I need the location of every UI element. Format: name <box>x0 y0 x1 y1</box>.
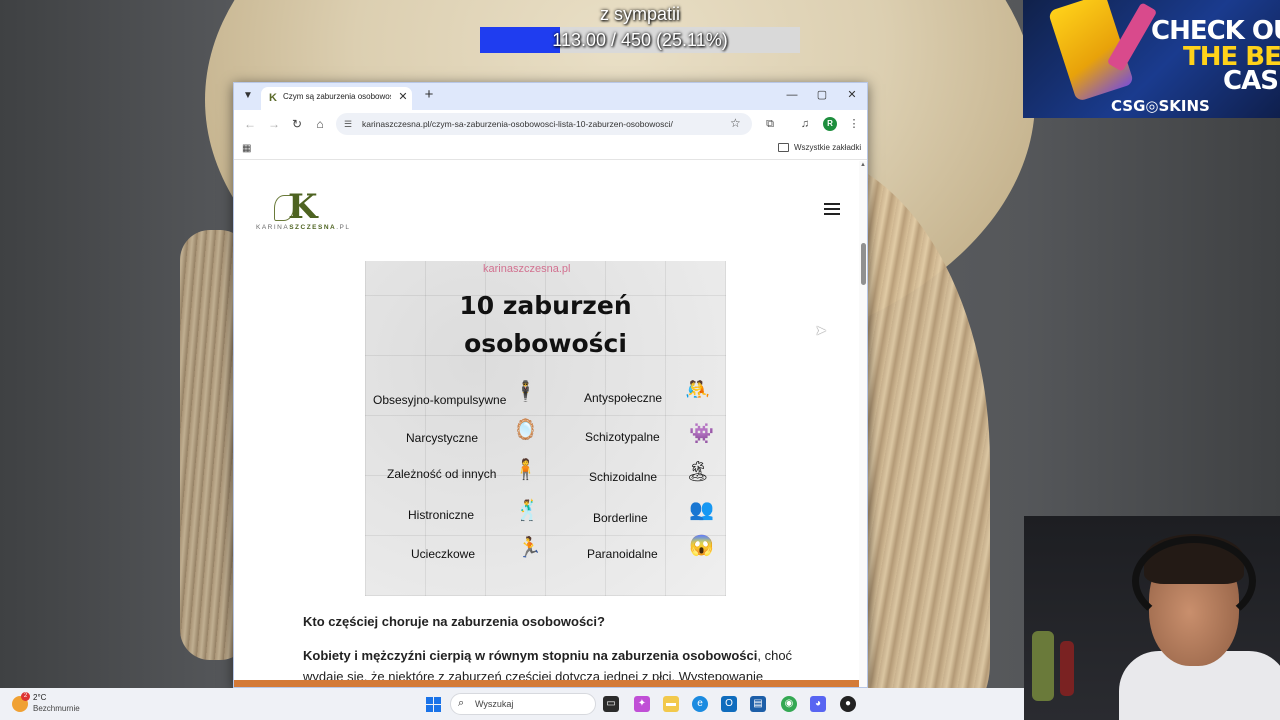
home-icon[interactable]: ⌂ <box>312 116 328 132</box>
figure-alien-icon: 👾 <box>689 423 714 445</box>
web-page-content: K KARINASZCZESNA.PL karinaszczesna.pl 10… <box>234 161 867 687</box>
disorder-label: Antyspołeczne <box>584 391 663 405</box>
headset-icon <box>1132 536 1256 626</box>
sponsor-ad-banner: CHECK OU THE BES CASE CSG◎SKINS <box>1023 0 1280 118</box>
goal-progress-bar: 113.00 / 450 (25.11%) <box>480 27 800 53</box>
disorder-label: Schizoidalne <box>589 470 658 484</box>
apps-grid-icon[interactable]: ▦ <box>242 143 251 154</box>
infographic-title: 10 zaburzeń osobowości <box>365 287 726 363</box>
tab-search-chevron-icon[interactable]: ▼ <box>241 89 255 103</box>
disorder-label: Borderline <box>593 511 648 525</box>
mouse-cursor-icon: ➤ <box>815 322 827 338</box>
infographic-title-line2: osobowości <box>464 329 627 358</box>
infographic-brand: karinaszczesna.pl <box>483 263 571 275</box>
weather-temperature[interactable]: 2°C <box>33 693 46 702</box>
disorder-label: Narcystyczne <box>406 431 479 445</box>
bookmarks-bar: ▦ Wszystkie zakładki <box>234 138 867 160</box>
disorder-label: Paranoidalne <box>587 547 658 561</box>
folder-icon[interactable] <box>778 143 789 152</box>
tab-close-icon[interactable]: ✕ <box>397 90 409 104</box>
browser-window: ▼ K Czym są zaburzenia osobowości ✕ + — … <box>233 82 868 688</box>
disorder-label: Ucieczkowe <box>411 547 476 561</box>
disorder-label: Schizotypalne <box>585 430 660 444</box>
site-logo[interactable]: K <box>274 187 324 229</box>
file-explorer-icon[interactable]: ▬ <box>663 696 679 712</box>
outlook-icon[interactable]: O <box>721 696 737 712</box>
figure-clock-icon: 🕴 <box>513 381 538 403</box>
bookmark-star-icon[interactable]: ☆ <box>730 116 741 130</box>
store-icon[interactable]: ▤ <box>750 696 766 712</box>
minimize-icon[interactable]: — <box>782 87 802 103</box>
windows-start-icon[interactable] <box>426 697 441 712</box>
figure-mirror-icon: 🪞 <box>513 419 538 441</box>
scrollbar-track[interactable] <box>859 161 867 687</box>
logo-text-a: KARINA <box>256 224 290 231</box>
ad-headline-3: CASE <box>1223 66 1280 96</box>
disorder-label: Histroniczne <box>408 508 475 522</box>
infographic-image: karinaszczesna.pl 10 zaburzeń osobowości… <box>365 261 726 596</box>
disorder-label: Zależność od innych <box>387 467 497 481</box>
webcam-overlay <box>1024 516 1280 720</box>
reload-icon[interactable]: ↻ <box>289 116 305 132</box>
window-close-icon[interactable]: ✕ <box>842 87 862 103</box>
browser-menu-kebab-icon[interactable]: ⋮ <box>846 116 862 132</box>
new-tab-plus-icon[interactable]: + <box>422 87 436 103</box>
obs-icon[interactable]: ● <box>840 696 856 712</box>
figure-shocked-icon: 😱 <box>689 535 714 557</box>
bottle-image <box>1032 631 1054 701</box>
taskbar-search[interactable]: ⌕ Wyszukaj <box>450 693 596 715</box>
maximize-icon[interactable]: ▢ <box>812 87 832 103</box>
logo-letter: K <box>288 187 318 227</box>
scroll-up-arrow-icon[interactable]: ▲ <box>860 162 866 168</box>
paragraph-bold-text: Kobiety i mężczyźni cierpią w równym sto… <box>303 648 758 663</box>
browser-tab-active[interactable]: K Czym są zaburzenia osobowości ✕ <box>261 87 412 110</box>
figure-performer-icon: 🕺 <box>515 500 540 522</box>
section-heading: Kto częściej choruje na zaburzenia osobo… <box>303 614 605 629</box>
search-placeholder: Wyszukaj <box>475 699 514 709</box>
profile-avatar[interactable]: R <box>823 117 837 131</box>
figure-dependent-icon: 🧍 <box>513 459 538 481</box>
figure-pair-icon: 👥 <box>689 499 714 521</box>
address-bar[interactable]: ☰ karinaszczesna.pl/czym-sa-zaburzenia-o… <box>336 113 752 135</box>
edge-browser-icon[interactable]: e <box>692 696 708 712</box>
goal-progress-text: 113.00 / 450 (25.11%) <box>552 30 728 50</box>
chrome-icon[interactable]: ◉ <box>781 696 797 712</box>
task-view-icon[interactable]: ▭ <box>603 696 619 712</box>
url-text: karinaszczesna.pl/czym-sa-zaburzenia-oso… <box>362 119 673 129</box>
bottle-image-secondary <box>1060 641 1074 696</box>
forward-arrow-icon[interactable]: → <box>266 116 282 132</box>
infographic-title-line1: 10 zaburzeń <box>459 291 632 320</box>
scrollbar-thumb[interactable] <box>861 243 866 285</box>
ad-brand-logo: CSG◎SKINS <box>1111 97 1210 115</box>
figure-running-icon: 🏃 <box>517 537 542 559</box>
figure-fight-icon: 🤼 <box>685 379 710 401</box>
all-bookmarks-label[interactable]: Wszystkie zakładki <box>794 143 861 152</box>
media-control-icon[interactable]: ♫ <box>797 116 813 132</box>
logo-text-c: .PL <box>336 224 351 231</box>
cookie-banner-strip[interactable] <box>234 680 867 687</box>
search-icon: ⌕ <box>458 697 465 709</box>
logo-wordmark[interactable]: KARINASZCZESNA.PL <box>256 224 351 231</box>
figure-island-icon: 🏝 <box>685 461 711 483</box>
back-arrow-icon[interactable]: ← <box>242 116 258 132</box>
windows-taskbar: 2 2°C Bezchmurnie ⌕ Wyszukaj ▭ ✦ ▬ e O ▤… <box>0 688 1024 720</box>
notification-badge: 2 <box>21 692 30 701</box>
browser-toolbar: ← → ↻ ⌂ ☰ karinaszczesna.pl/czym-sa-zabu… <box>234 110 867 138</box>
discord-icon[interactable]: ◕ <box>810 696 826 712</box>
weather-description[interactable]: Bezchmurnie <box>33 704 80 713</box>
logo-text-b: SZCZESNA <box>289 224 337 231</box>
disorder-label: Obsesyjno-kompulsywne <box>373 393 507 407</box>
copilot-icon[interactable]: ✦ <box>634 696 650 712</box>
browser-titlebar: ▼ K Czym są zaburzenia osobowości ✕ + — … <box>234 83 867 110</box>
site-favicon-icon: K <box>269 92 277 104</box>
extensions-puzzle-icon[interactable]: ⧉ <box>762 116 778 132</box>
site-info-icon[interactable]: ☰ <box>344 117 356 131</box>
goal-title: z sympatii <box>599 4 680 24</box>
hamburger-menu-icon[interactable] <box>824 203 840 215</box>
tab-title: Czym są zaburzenia osobowości <box>283 92 391 101</box>
